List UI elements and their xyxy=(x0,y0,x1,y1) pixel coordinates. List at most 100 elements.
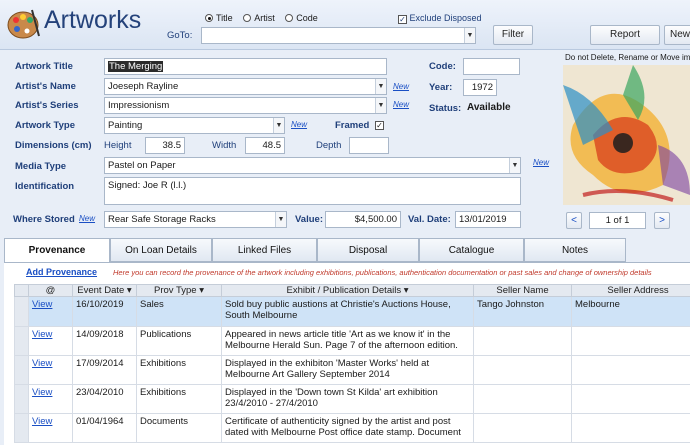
sort-icon: ▾ xyxy=(126,285,132,296)
code-field[interactable] xyxy=(463,58,520,75)
val-date-field[interactable]: 13/01/2019 xyxy=(455,211,521,228)
chevron-down-icon[interactable]: ▼ xyxy=(464,28,475,43)
seller-address-cell[interactable] xyxy=(571,326,690,356)
details-cell[interactable]: Displayed in the 'Down town St Kilda' ar… xyxy=(221,384,474,414)
view-link[interactable]: View xyxy=(28,413,73,443)
radio-artist[interactable]: Artist xyxy=(243,13,275,23)
chevron-down-icon[interactable]: ▼ xyxy=(275,212,286,227)
row-selector[interactable] xyxy=(14,355,29,385)
seller-name-cell[interactable]: Tango Johnston xyxy=(473,296,572,327)
new-media-link[interactable]: New xyxy=(533,158,549,167)
tab-on-loan-details[interactable]: On Loan Details xyxy=(110,238,212,262)
view-link[interactable]: View xyxy=(28,326,73,356)
table-row[interactable]: View 16/10/2019 Sales Sold buy public au… xyxy=(14,296,690,327)
tab-disposal[interactable]: Disposal xyxy=(317,238,419,262)
new-series-link[interactable]: New xyxy=(393,100,409,109)
details-cell[interactable]: Displayed in the exhibiton 'Master Works… xyxy=(221,355,474,385)
artists-name-combo[interactable]: Joeseph Rayline ▼ xyxy=(104,78,387,95)
next-image-button[interactable]: > xyxy=(654,212,670,229)
column-header-details[interactable]: Exhibit / Publication Details ▾ xyxy=(221,284,474,297)
filter-button[interactable]: Filter xyxy=(493,25,533,45)
artwork-image[interactable] xyxy=(563,65,690,205)
details-cell[interactable]: Certificate of authenticity signed by th… xyxy=(221,413,474,443)
chevron-down-icon[interactable]: ▼ xyxy=(375,98,386,113)
artwork-title-label: Artwork Title xyxy=(15,61,73,72)
artwork-type-combo[interactable]: Painting ▼ xyxy=(104,117,285,134)
add-provenance-link[interactable]: Add Provenance xyxy=(26,267,97,277)
table-row[interactable]: View 01/04/1964 Documents Certificate of… xyxy=(14,413,690,443)
radio-title[interactable]: Title xyxy=(205,13,233,23)
tab-linked-files[interactable]: Linked Files xyxy=(212,238,317,262)
seller-name-cell[interactable] xyxy=(473,326,572,356)
details-cell[interactable]: Appeared in news article title 'Art as w… xyxy=(221,326,474,356)
table-row[interactable]: View 14/09/2018 Publications Appeared in… xyxy=(14,326,690,356)
year-field[interactable]: 1972 xyxy=(463,79,497,96)
seller-address-cell[interactable] xyxy=(571,355,690,385)
new-artist-link[interactable]: New xyxy=(393,82,409,91)
seller-address-cell[interactable]: Melbourne xyxy=(571,296,690,327)
tab-provenance[interactable]: Provenance xyxy=(4,238,110,263)
details-cell[interactable]: Sold buy public austions at Christie's A… xyxy=(221,296,474,327)
width-field[interactable]: 48.5 xyxy=(245,137,285,154)
prev-image-button[interactable]: < xyxy=(566,212,582,229)
new-storage-link[interactable]: New xyxy=(79,214,95,223)
image-notice: Do not Delete, Rename or Move images xyxy=(565,53,690,62)
goto-combo[interactable]: ▼ xyxy=(201,27,476,44)
view-link[interactable]: View xyxy=(28,384,73,414)
radio-code[interactable]: Code xyxy=(285,13,318,23)
chevron-down-icon[interactable]: ▼ xyxy=(509,158,520,173)
image-page-indicator: 1 of 1 xyxy=(589,212,646,229)
column-header-event-date[interactable]: Event Date ▾ xyxy=(72,284,137,297)
row-selector[interactable] xyxy=(14,384,29,414)
artists-series-combo[interactable]: Impressionism ▼ xyxy=(104,97,387,114)
view-link[interactable]: View xyxy=(28,355,73,385)
depth-field[interactable] xyxy=(349,137,389,154)
artwork-title-field[interactable]: The Merging xyxy=(104,58,387,75)
event-date-cell[interactable]: 14/09/2018 xyxy=(72,326,137,356)
media-type-combo[interactable]: Pastel on Paper ▼ xyxy=(104,157,521,174)
table-row[interactable]: View 17/09/2014 Exhibitions Displayed in… xyxy=(14,355,690,385)
exclude-disposed-toggle[interactable]: ✓ Exclude Disposed xyxy=(398,13,482,24)
app-title: Artworks xyxy=(44,6,142,34)
table-row[interactable]: View 23/04/2010 Exhibitions Displayed in… xyxy=(14,384,690,414)
chevron-down-icon[interactable]: ▼ xyxy=(273,118,284,133)
new-type-link[interactable]: New xyxy=(291,120,307,129)
status-label: Status: xyxy=(429,103,462,114)
event-date-cell[interactable]: 23/04/2010 xyxy=(72,384,137,414)
framed-checkbox[interactable]: ✓ xyxy=(375,119,384,130)
where-stored-combo[interactable]: Rear Safe Storage Racks ▼ xyxy=(104,211,287,228)
prov-type-cell[interactable]: Sales xyxy=(136,296,222,327)
event-date-cell[interactable]: 16/10/2019 xyxy=(72,296,137,327)
event-date-cell[interactable]: 17/09/2014 xyxy=(72,355,137,385)
row-selector[interactable] xyxy=(14,296,29,327)
new-button[interactable]: New xyxy=(664,25,690,45)
checkbox-checked-icon: ✓ xyxy=(398,15,407,24)
prov-type-cell[interactable]: Documents xyxy=(136,413,222,443)
row-selector[interactable] xyxy=(14,326,29,356)
sort-icon: ▾ xyxy=(403,285,409,296)
report-button[interactable]: Report xyxy=(590,25,660,45)
where-stored-label: Where Stored xyxy=(13,214,75,225)
seller-name-cell[interactable] xyxy=(473,355,572,385)
tab-notes[interactable]: Notes xyxy=(524,238,626,262)
column-header-seller-address[interactable]: Seller Address xyxy=(571,284,690,297)
event-date-cell[interactable]: 01/04/1964 xyxy=(72,413,137,443)
column-header-seller-name[interactable]: Seller Name xyxy=(473,284,572,297)
row-selector[interactable] xyxy=(14,413,29,443)
chevron-down-icon[interactable]: ▼ xyxy=(375,79,386,94)
prov-type-cell[interactable]: Publications xyxy=(136,326,222,356)
seller-name-cell[interactable] xyxy=(473,384,572,414)
column-header-prov-type[interactable]: Prov Type ▾ xyxy=(136,284,222,297)
prov-type-cell[interactable]: Exhibitions xyxy=(136,384,222,414)
dimensions-label: Dimensions (cm) xyxy=(15,140,92,151)
prov-type-cell[interactable]: Exhibitions xyxy=(136,355,222,385)
identification-field[interactable]: Signed: Joe R (l.l.) xyxy=(104,177,521,205)
height-field[interactable]: 38.5 xyxy=(145,137,185,154)
seller-address-cell[interactable] xyxy=(571,384,690,414)
view-link[interactable]: View xyxy=(28,296,73,327)
framed-label: Framed xyxy=(335,120,370,131)
value-field[interactable]: $4,500.00 xyxy=(325,211,401,228)
seller-address-cell[interactable] xyxy=(571,413,690,443)
tab-catalogue[interactable]: Catalogue xyxy=(419,238,524,262)
seller-name-cell[interactable] xyxy=(473,413,572,443)
